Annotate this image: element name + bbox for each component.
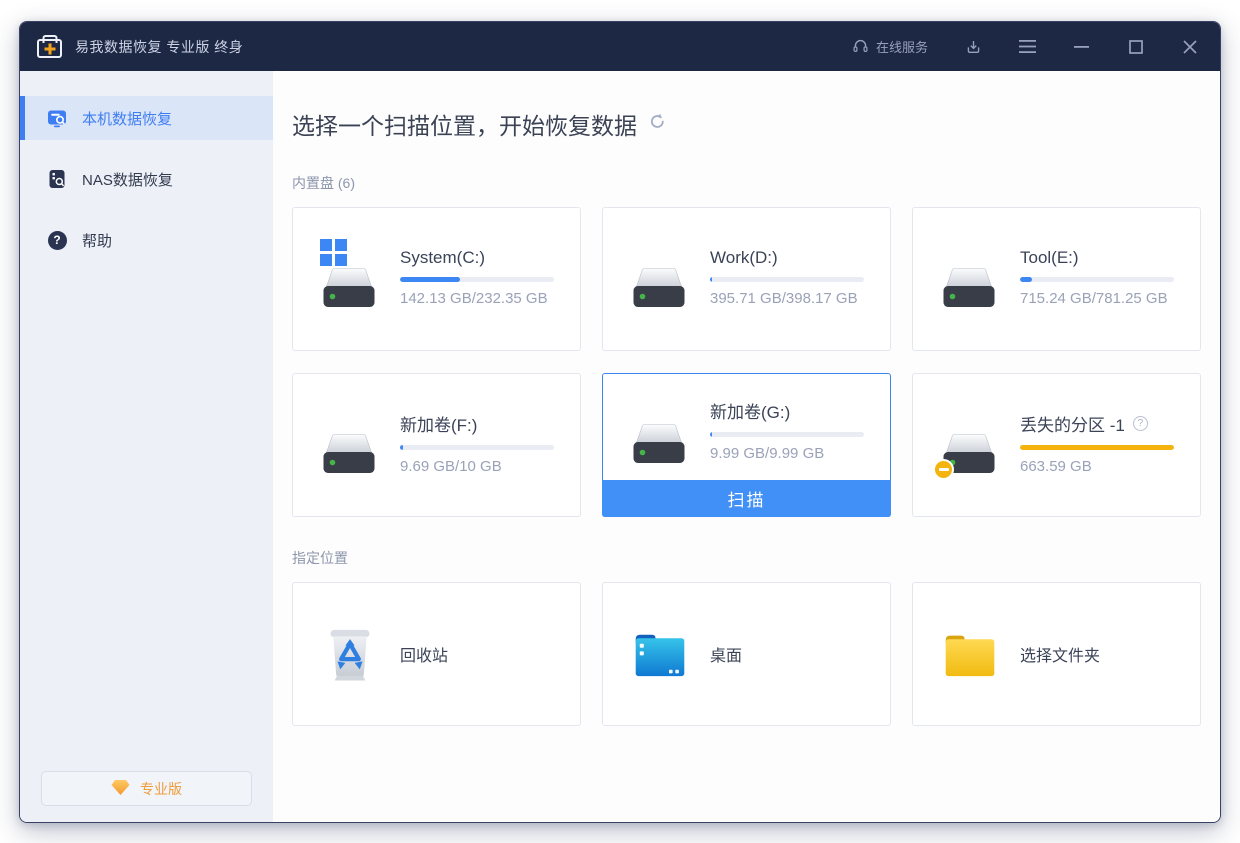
drives-grid: System(C:) 142.13 GB/232.35 GB Work(D:) … [292,207,1201,517]
hard-drive-icon [942,267,996,311]
capacity-bar [710,277,864,282]
page-title: 选择一个扫描位置，开始恢复数据 [292,107,637,141]
drive-name: Work(D:) [710,248,864,268]
upgrade-label: 专业版 [140,779,182,799]
drive-card-f[interactable]: 新加卷(F:) 9.69 GB/10 GB [292,373,581,517]
sidebar-item-nas-recovery[interactable]: NAS数据恢复 [20,157,273,201]
drive-size: 9.69 GB/10 GB [400,458,554,475]
hard-drive-icon [632,423,686,467]
online-service-label: 在线服务 [876,37,928,56]
drive-name: 丢失的分区 -1 [1020,411,1125,436]
drive-card-work-d[interactable]: Work(D:) 395.71 GB/398.17 GB [602,207,891,351]
sidebar-item-label: 帮助 [82,230,112,251]
app-logo-toolbox-icon [37,39,62,58]
help-question-icon[interactable]: ? [1133,416,1148,431]
drive-name: Tool(E:) [1020,248,1174,268]
drive-name: System(C:) [400,248,554,268]
app-title: 易我数据恢复 专业版 终身 [75,37,243,57]
scan-button[interactable]: 扫描 [602,480,891,517]
minimize-button[interactable] [1073,38,1090,55]
capacity-bar [400,277,554,282]
drive-size: 395.71 GB/398.17 GB [710,290,864,307]
location-label: 选择文件夹 [1020,642,1100,666]
windows-logo-icon [320,239,347,266]
capacity-bar [710,432,864,437]
choose-folder-icon [942,630,998,679]
internal-drives-section-label: 内置盘 (6) [292,173,1201,193]
drive-card-g-selected[interactable]: 新加卷(G:) 9.99 GB/9.99 GB 扫描 [602,373,891,517]
maximize-button[interactable] [1127,38,1144,55]
sidebar: 本机数据恢复 NAS数据恢复 ? 帮助 专业版 [20,71,273,823]
drive-size: 663.59 GB [1020,458,1174,475]
nas-recovery-icon [47,169,67,189]
drive-name: 新加卷(G:) [710,398,864,423]
drive-card-tool-e[interactable]: Tool(E:) 715.24 GB/781.25 GB [912,207,1201,351]
location-label: 桌面 [710,642,742,666]
menu-icon[interactable] [1019,38,1036,55]
local-recovery-icon [47,108,67,128]
online-service-button[interactable]: 在线服务 [852,37,928,57]
specified-location-section-label: 指定位置 [292,548,1201,568]
drive-size: 9.99 GB/9.99 GB [710,445,864,462]
capacity-bar [400,445,554,450]
recycle-bin-icon [322,625,378,683]
location-card-recycle-bin[interactable]: 回收站 [292,582,581,726]
hard-drive-icon [322,433,376,477]
app-window: 易我数据恢复 专业版 终身 在线服务 [19,21,1221,823]
title-bar: 易我数据恢复 专业版 终身 在线服务 [20,22,1220,71]
upgrade-pro-button[interactable]: 专业版 [41,771,252,806]
close-button[interactable] [1181,38,1198,55]
sidebar-item-help[interactable]: ? 帮助 [20,218,273,262]
sidebar-item-label: NAS数据恢复 [82,169,173,190]
hard-drive-icon [632,267,686,311]
drive-card-lost-partition[interactable]: 丢失的分区 -1 ? 663.59 GB [912,373,1201,517]
locations-grid: 回收站 桌面 选择文件夹 [292,582,1201,726]
sidebar-item-local-recovery[interactable]: 本机数据恢复 [20,96,273,140]
location-card-desktop[interactable]: 桌面 [602,582,891,726]
drive-name: 新加卷(F:) [400,411,554,436]
capacity-bar [1020,277,1174,282]
drive-size: 715.24 GB/781.25 GB [1020,290,1174,307]
lost-partition-minus-icon [933,459,954,480]
refresh-icon[interactable] [649,113,666,135]
hard-drive-icon [322,267,376,311]
desktop-folder-icon [632,630,688,679]
gem-icon [111,779,130,799]
drive-size: 142.13 GB/232.35 GB [400,290,554,307]
headset-icon [852,37,869,57]
main-panel: 选择一个扫描位置，开始恢复数据 内置盘 (6) System(C:) [273,71,1221,823]
download-button[interactable] [965,38,982,55]
drive-card-system-c[interactable]: System(C:) 142.13 GB/232.35 GB [292,207,581,351]
location-label: 回收站 [400,642,448,666]
help-icon: ? [47,230,67,250]
capacity-bar [1020,445,1174,450]
sidebar-item-label: 本机数据恢复 [82,108,172,129]
location-card-choose-folder[interactable]: 选择文件夹 [912,582,1201,726]
